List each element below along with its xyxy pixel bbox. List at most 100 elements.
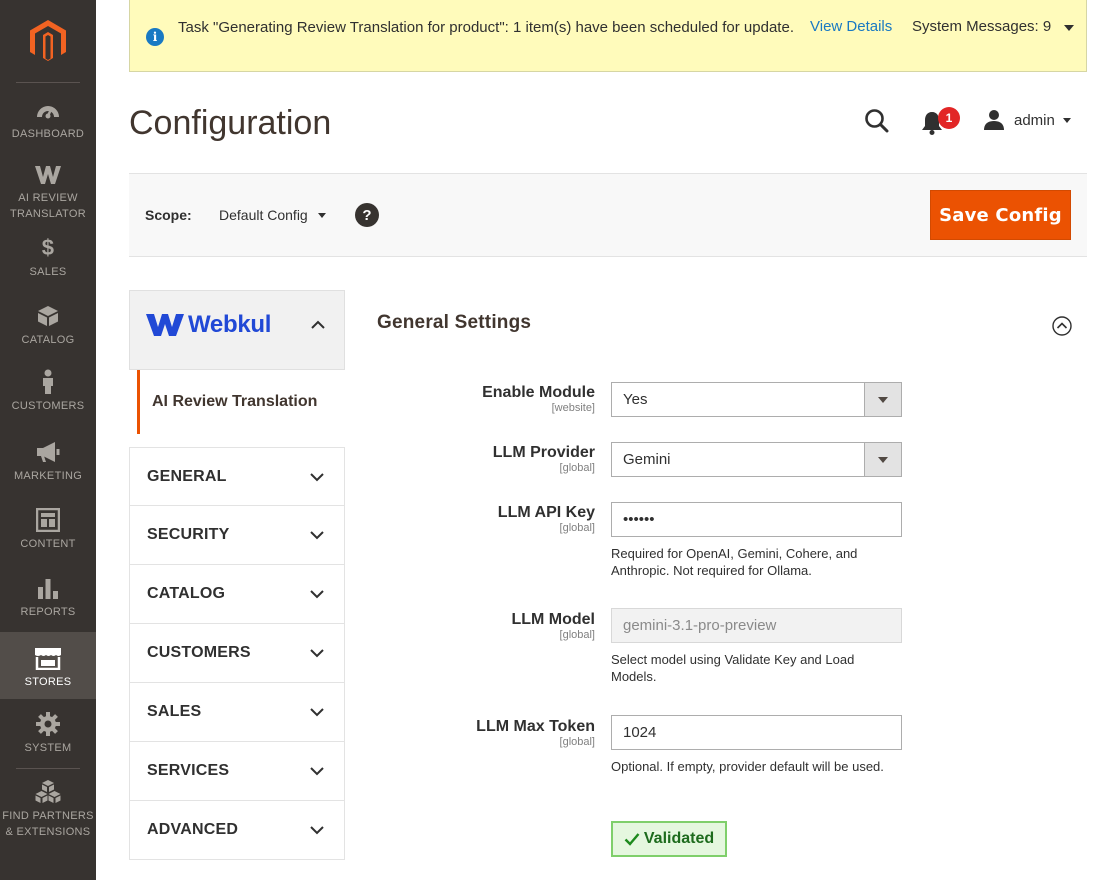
tab-section-label: CATALOG <box>147 585 226 602</box>
llm-api-key-note: Required for OpenAI, Gemini, Cohere, and… <box>611 546 858 578</box>
webkul-w-icon <box>146 314 184 336</box>
enable-module-label: Enable Module [website] <box>482 384 595 414</box>
fieldset-title[interactable]: General Settings <box>377 312 531 334</box>
dashboard-icon <box>35 98 61 122</box>
llm-model-note: Select model using Validate Key and Load… <box>611 652 855 684</box>
tab-section-label: GENERAL <box>147 467 227 485</box>
llm-max-token-input[interactable]: 1024 <box>611 715 902 750</box>
chevron-down-icon <box>317 212 326 218</box>
llm-model-label: LLM Model [global] <box>511 611 595 641</box>
bar-chart-icon <box>37 576 59 600</box>
scope-label: Scope: <box>145 207 192 223</box>
chevron-down-icon <box>310 590 324 599</box>
chevron-down-icon <box>310 649 324 658</box>
llm-api-key-input[interactable]: •••••• <box>611 502 902 537</box>
boxes-icon <box>35 780 61 804</box>
sidebar-item-label: SYSTEM <box>24 742 72 754</box>
llm-provider-label: LLM Provider [global] <box>492 444 595 474</box>
gear-icon <box>36 712 60 736</box>
tab-section-label: CUSTOMERS <box>147 644 251 661</box>
notifications-button[interactable]: 1 <box>920 106 960 136</box>
chevron-down-icon <box>1062 117 1071 123</box>
help-icon[interactable]: ? <box>355 203 379 227</box>
sidebar-item-label: REPORTS <box>20 606 76 618</box>
fieldset-collapse-button[interactable] <box>1052 316 1072 336</box>
llm-max-token-label: LLM Max Token [global] <box>476 718 595 748</box>
sidebar-item-dashboard[interactable]: DASHBOARD <box>0 98 96 154</box>
enable-module-select[interactable]: Yes <box>611 382 902 417</box>
scope-toolbar: Scope: Default Config ? Save Config <box>129 173 1087 257</box>
webkul-logo-text: Webkul <box>188 311 272 338</box>
webkul-logo: Webkul <box>146 311 271 339</box>
sidebar-divider <box>16 768 80 769</box>
sidebar-item-ai-review-translator[interactable]: AI REVIEW TRANSLATOR <box>0 164 96 222</box>
llm-max-token-note: Optional. If empty, provider default wil… <box>611 759 884 774</box>
validated-status-badge: Validated <box>611 821 727 857</box>
tab-section-catalog[interactable]: CATALOG <box>129 565 345 624</box>
sidebar-item-catalog[interactable]: CATALOG <box>0 304 96 352</box>
tab-section-label: SALES <box>147 703 202 720</box>
sidebar-item-customers[interactable]: CUSTOMERS <box>0 369 96 418</box>
tab-section-general[interactable]: GENERAL <box>129 447 345 506</box>
megaphone-icon <box>35 440 61 464</box>
tab-section-label: SECURITY <box>147 526 230 543</box>
chevron-down-icon[interactable] <box>1064 25 1074 31</box>
sidebar-item-label: CATALOG <box>21 334 75 346</box>
llm-api-key-label: LLM API Key [global] <box>497 504 595 534</box>
user-account-menu[interactable]: admin <box>983 108 1071 132</box>
sidebar-item-reports[interactable]: REPORTS <box>0 576 96 624</box>
sidebar-item-label: SALES <box>29 266 67 278</box>
sidebar-item-sales[interactable]: $ SALES <box>0 236 96 284</box>
sidebar-item-content[interactable]: CONTENT <box>0 508 96 556</box>
cube-icon <box>37 304 59 328</box>
system-notice-bar: i Task "Generating Review Translation fo… <box>129 0 1087 72</box>
chevron-down-icon <box>310 531 324 540</box>
notification-count-badge: 1 <box>938 107 960 129</box>
chevron-down-icon <box>310 708 324 717</box>
admin-sidebar: DASHBOARD AI REVIEW TRANSLATOR $ SALES C… <box>0 0 96 880</box>
user-name: admin <box>1014 111 1055 129</box>
tab-section-services[interactable]: SERVICES <box>129 742 345 801</box>
magento-logo[interactable] <box>0 0 96 82</box>
sidebar-item-find-partners[interactable]: FIND PARTNERS & EXTENSIONS <box>0 780 96 840</box>
tab-section-advanced[interactable]: ADVANCED <box>129 801 345 860</box>
notice-message: Task "Generating Review Translation for … <box>178 19 794 36</box>
tab-section-label: ADVANCED <box>147 821 239 838</box>
search-button[interactable] <box>862 106 892 136</box>
tab-section-customers[interactable]: CUSTOMERS <box>129 624 345 683</box>
save-config-button[interactable]: Save Config <box>930 190 1071 240</box>
sidebar-item-label: STORES <box>24 676 72 688</box>
chevron-down-icon <box>310 767 324 776</box>
chevron-down-icon <box>310 826 324 835</box>
dollar-icon: $ <box>41 235 55 260</box>
sidebar-item-label: MARKETING <box>13 470 83 482</box>
sidebar-item-label: DASHBOARD <box>11 128 85 140</box>
tab-ai-review-translation[interactable]: AI Review Translation <box>137 370 345 434</box>
sidebar-item-label: CUSTOMERS <box>11 400 85 412</box>
sidebar-item-marketing[interactable]: MARKETING <box>0 440 96 488</box>
caret-down-icon <box>878 456 888 463</box>
llm-model-input: gemini-3.1-pro-preview <box>611 608 902 643</box>
tab-section-label: SERVICES <box>147 762 230 779</box>
sidebar-item-system[interactable]: SYSTEM <box>0 712 96 760</box>
chevron-up-circle-icon <box>1052 316 1072 336</box>
magento-logo-icon <box>30 20 66 61</box>
view-details-link[interactable]: View Details <box>810 18 892 35</box>
checkmark-icon <box>624 833 640 846</box>
chevron-down-icon <box>310 473 324 482</box>
scope-switcher[interactable]: Default Config <box>219 207 326 223</box>
person-icon <box>40 369 56 394</box>
sidebar-item-label: FIND PARTNERS & EXTENSIONS <box>2 810 94 838</box>
system-messages-toggle[interactable]: System Messages: 9 <box>912 18 1051 35</box>
tab-section-security[interactable]: SECURITY <box>129 506 345 565</box>
storefront-icon <box>34 646 62 670</box>
tab-section-sales[interactable]: SALES <box>129 683 345 742</box>
scope-value: Default Config <box>219 207 308 223</box>
tab-group-webkul[interactable]: Webkul <box>129 290 345 370</box>
info-icon: i <box>146 28 164 46</box>
webkul-w-icon <box>34 164 62 186</box>
chevron-up-icon <box>311 320 325 329</box>
sidebar-item-stores[interactable]: STORES <box>0 632 96 699</box>
llm-provider-select[interactable]: Gemini <box>611 442 902 477</box>
page-title: Configuration <box>129 104 332 142</box>
